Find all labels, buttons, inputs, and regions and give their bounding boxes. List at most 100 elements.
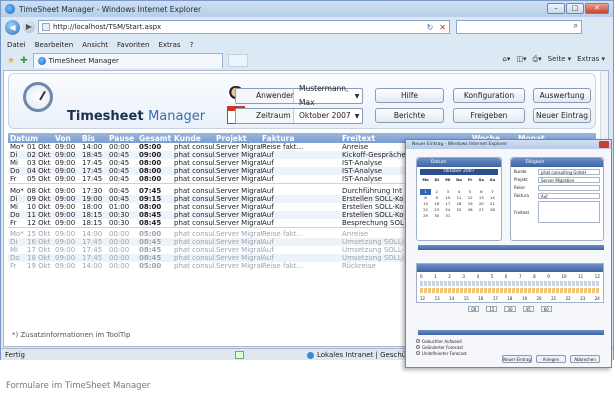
cell-p: 00:00 (109, 229, 130, 238)
refresh-icon[interactable]: ↻ (427, 23, 434, 32)
popup-cancel-button[interactable]: Abbrechen (570, 355, 600, 363)
minute-option[interactable]: 00 (468, 306, 480, 312)
cell-d: Do (10, 167, 20, 176)
calendar-day[interactable]: 27 (476, 207, 487, 213)
cell-pr: Server Migration (216, 159, 262, 168)
hour-label: 12 (594, 274, 600, 279)
form-field[interactable]: Server Migration (538, 176, 600, 183)
stop-icon[interactable]: ✕ (439, 23, 446, 32)
popup-close-button[interactable] (599, 141, 609, 148)
cell-k: phat consul... (174, 238, 216, 247)
radio-option[interactable]: Geänderter Forecast (416, 344, 467, 350)
zeitraum-select[interactable]: Zeitraum Oktober 2007 ▼ (235, 108, 363, 124)
cell-d: Mi (10, 159, 18, 168)
print-icon[interactable]: ⎙▾ (533, 55, 542, 64)
calendar-day[interactable]: 30 (431, 213, 442, 219)
chevron-down-icon: ▼ (354, 92, 360, 100)
menu-datei[interactable]: Datei (7, 39, 26, 51)
col-datum[interactable]: Datum (8, 134, 38, 143)
neuer-eintrag-button[interactable]: Neuer Eintrag (533, 108, 591, 123)
url-field[interactable]: http://localhost/TSM/Start.aspx ↻ ✕ (38, 20, 450, 34)
home-icon[interactable]: ⌂▾ (502, 55, 510, 64)
calendar-day[interactable]: 26 (465, 207, 476, 213)
minute-option[interactable]: 60 (540, 306, 552, 312)
col-kunde[interactable]: Kunde (174, 134, 216, 143)
page-menu[interactable]: Seite ▾ (548, 55, 572, 64)
col-gesamt[interactable]: Gesamt (139, 134, 174, 143)
menu-help[interactable]: ? (190, 39, 194, 51)
berichte-button[interactable]: Berichte (375, 108, 444, 123)
minute-option[interactable]: 15 (486, 306, 498, 312)
cell-d: Di (10, 238, 18, 247)
maximize-button[interactable]: □ (566, 3, 584, 14)
cell-bis: 14:00 (82, 229, 103, 238)
radio-option[interactable]: Undefinierter Forecast (416, 350, 467, 356)
menu-bearbeiten[interactable]: Bearbeiten (35, 39, 73, 51)
close-button[interactable]: ✕ (585, 3, 609, 14)
tools-menu[interactable]: Extras ▾ (577, 55, 605, 64)
col-projekt[interactable]: Projekt (216, 134, 262, 143)
calendar-day[interactable]: 29 (420, 213, 431, 219)
search-icon[interactable]: ⌕ (574, 21, 578, 30)
hour-label: 5 (490, 274, 494, 279)
calendar-day[interactable]: 25 (453, 207, 464, 213)
radio-option[interactable]: Gebuchter Aufwand (416, 338, 467, 344)
popup-new-entry-button[interactable]: Neuer Eintrag (502, 355, 532, 363)
auswertung-button[interactable]: Auswertung (533, 88, 591, 103)
radio-circle-icon[interactable] (416, 351, 420, 355)
col-von[interactable]: Von (55, 134, 82, 143)
radio-circle-icon[interactable] (416, 345, 420, 349)
cell-dt: 16 Okt (27, 238, 51, 247)
konfiguration-button[interactable]: Konfiguration (453, 88, 525, 103)
minute-option[interactable]: 45 (522, 306, 534, 312)
hilfe-button[interactable]: Hilfe (375, 88, 444, 103)
cell-bis: 17:30 (82, 186, 103, 195)
col-faktura[interactable]: Faktura (262, 134, 342, 143)
popup-create-button[interactable]: Anlegen (536, 355, 566, 363)
calendar-day[interactable]: 28 (487, 207, 498, 213)
search-field[interactable]: ⌕ (456, 20, 582, 34)
freigeben-button[interactable]: Freigeben (453, 108, 525, 123)
minimize-button[interactable]: – (547, 3, 565, 14)
menu-favoriten[interactable]: Favoriten (117, 39, 149, 51)
time-bar-afternoon[interactable] (420, 288, 600, 293)
radio-circle-icon[interactable] (416, 339, 420, 343)
add-favorite-icon[interactable]: ✚ (20, 56, 28, 66)
favorites-star-icon[interactable]: ★ (7, 56, 15, 66)
calendar-day[interactable]: 31 (442, 213, 453, 219)
form-field[interactable] (538, 201, 600, 223)
new-tab-button[interactable] (227, 54, 248, 67)
cell-bis: 18:15 (82, 210, 103, 219)
cell-p: 01:00 (109, 202, 130, 211)
title-bar: TimeSheet Manager - Windows Internet Exp… (1, 1, 613, 17)
feeds-icon[interactable]: ◫▾ (516, 55, 526, 64)
forward-button[interactable]: ▶ (23, 21, 35, 33)
form-field[interactable]: Auf (538, 192, 600, 199)
cell-g: 08:00 (139, 167, 162, 176)
cell-g: 08:45 (139, 218, 162, 227)
cell-g: 08:00 (139, 202, 162, 211)
tab-timesheet[interactable]: TimeSheet Manager (32, 53, 223, 68)
calendar-month[interactable]: Oktober 2007 (420, 169, 498, 175)
cell-dt: 09 Okt (27, 194, 51, 203)
cell-dt: 01 Okt (27, 143, 51, 152)
calendar-grid: Mo Di Mi Do Fr Sa So 1 2 3 4 5 6 7 8 9 10 11 12 13 14 15 16 17 1… (420, 177, 498, 219)
back-button[interactable]: ◀ (5, 19, 20, 35)
cell-von: 09:00 (55, 143, 76, 152)
menu-ansicht[interactable]: Ansicht (82, 39, 108, 51)
cell-p: 00:45 (109, 151, 130, 160)
minute-option[interactable]: 30 (504, 306, 516, 312)
time-bar-morning[interactable] (420, 281, 600, 286)
command-bar: ⌂▾ ◫▾ ⎙▾ Seite ▾ Extras ▾ (502, 55, 605, 64)
cell-dt: 03 Okt (27, 159, 51, 168)
col-pause[interactable]: Pause (109, 134, 139, 143)
ie-logo-icon (5, 4, 15, 14)
form-field[interactable] (538, 184, 600, 191)
cell-g: 05:00 (139, 262, 162, 271)
col-bis[interactable]: Bis (82, 134, 109, 143)
anwender-select[interactable]: Anwender Mustermann, Max ▼ (235, 84, 363, 107)
menu-extras[interactable]: Extras (158, 39, 180, 51)
cell-d: Do (10, 254, 20, 263)
hour-label: 22 (565, 296, 571, 301)
form-field[interactable]: phat consulting GmbH (538, 168, 600, 175)
